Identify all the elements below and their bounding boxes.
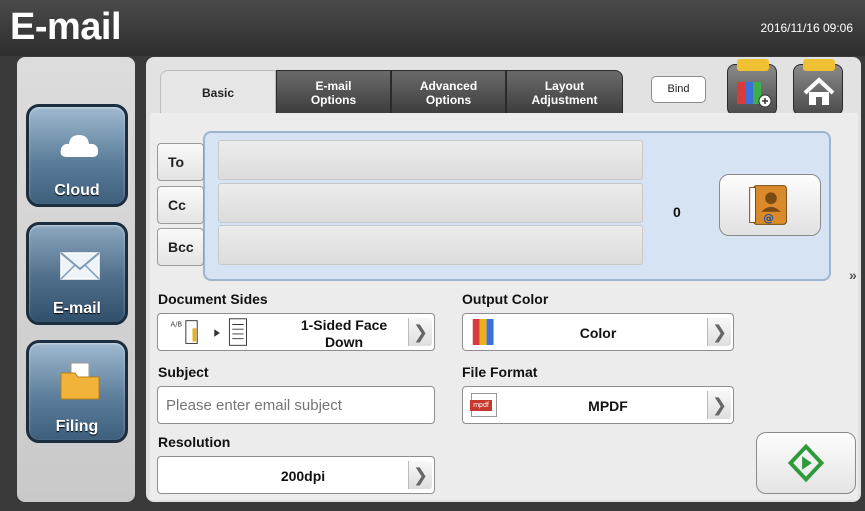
output-color-label: Output Color xyxy=(462,291,549,307)
tab-basic[interactable]: Basic xyxy=(160,70,276,115)
start-scan-button[interactable] xyxy=(756,432,856,494)
nav-filing-label: Filing xyxy=(55,418,99,435)
subject-input[interactable] xyxy=(157,386,435,424)
document-sides-selector[interactable]: A/B 1-Sided Face Down ❯ xyxy=(157,313,435,351)
bind-button[interactable]: Bind xyxy=(651,76,706,103)
cc-field[interactable] xyxy=(218,183,643,223)
svg-text:A/B: A/B xyxy=(171,320,183,328)
address-book-button[interactable]: @ xyxy=(719,174,821,236)
subject-label: Subject xyxy=(158,364,209,380)
button-tag-indicator xyxy=(803,59,835,71)
header-bar: E-mail 2016/11/16 09:06 xyxy=(0,0,865,56)
pdf-file-icon-tag: mpdf xyxy=(470,400,492,411)
recipient-count: 0 xyxy=(673,204,681,220)
start-icon xyxy=(787,443,825,483)
nav-email-button[interactable]: E-mail xyxy=(26,222,128,325)
cc-button[interactable]: Cc xyxy=(157,186,204,224)
to-field[interactable] xyxy=(218,140,643,180)
address-book-icon: @ xyxy=(749,185,787,225)
nav-cloud-button[interactable]: Cloud xyxy=(26,104,128,207)
tab-layout-adjustment[interactable]: Layout Adjustment xyxy=(506,70,623,115)
document-sides-value-line2: Down xyxy=(324,334,364,350)
file-format-selector[interactable]: mpdf MPDF ❯ xyxy=(462,386,734,424)
to-button[interactable]: To xyxy=(157,143,204,181)
cloud-icon xyxy=(60,135,99,157)
home-button[interactable] xyxy=(793,59,843,116)
document-sides-value-line1: 1-Sided Face xyxy=(300,317,388,333)
pdf-file-icon: mpdf xyxy=(470,393,497,417)
left-nav-panel: Cloud E-mail Filing xyxy=(17,57,135,502)
stacked-documents-icon xyxy=(737,82,772,108)
chevron-right-icon: ❯ xyxy=(707,391,731,419)
tab-advanced-options-label: Advanced Options xyxy=(419,78,478,107)
nav-cloud-label: Cloud xyxy=(54,182,100,199)
chevron-right-icon: ❯ xyxy=(408,461,432,489)
document-sides-icon: A/B xyxy=(171,318,247,346)
bcc-button[interactable]: Bcc xyxy=(157,228,204,266)
color-icon xyxy=(472,319,494,345)
page-title: E-mail xyxy=(10,6,122,48)
tab-layout-adjustment-label: Layout Adjustment xyxy=(531,78,598,107)
output-color-selector[interactable]: Color ❯ xyxy=(462,313,734,351)
svg-text:@: @ xyxy=(763,211,774,224)
output-color-value: Color xyxy=(579,325,617,341)
document-sides-value: 1-Sided Face Down xyxy=(284,317,404,351)
document-sides-label: Document Sides xyxy=(158,291,268,307)
tab-basic-label: Basic xyxy=(201,86,235,100)
nav-email-label: E-mail xyxy=(52,300,101,317)
folder-icon xyxy=(60,362,100,400)
datetime-display: 2016/11/16 09:06 xyxy=(760,21,853,35)
tab-advanced-options[interactable]: Advanced Options xyxy=(391,70,506,115)
resolution-selector[interactable]: 200dpi ❯ xyxy=(157,456,435,494)
chevron-right-icon: ❯ xyxy=(707,318,731,346)
home-icon xyxy=(803,77,835,105)
tab-email-options[interactable]: E-mail Options xyxy=(276,70,391,115)
bcc-field[interactable] xyxy=(218,225,643,265)
resolution-label: Resolution xyxy=(158,434,231,450)
file-format-value: MPDF xyxy=(588,398,628,414)
tab-email-options-label: E-mail Options xyxy=(310,78,357,107)
envelope-icon xyxy=(60,252,100,280)
file-format-label: File Format xyxy=(462,364,538,380)
chevron-right-icon: ❯ xyxy=(408,318,432,346)
more-options-icon[interactable]: » xyxy=(849,267,857,283)
nav-filing-button[interactable]: Filing xyxy=(26,340,128,443)
resolution-value: 200dpi xyxy=(280,468,326,484)
button-tag-indicator xyxy=(737,59,769,71)
job-build-button[interactable] xyxy=(727,59,777,116)
